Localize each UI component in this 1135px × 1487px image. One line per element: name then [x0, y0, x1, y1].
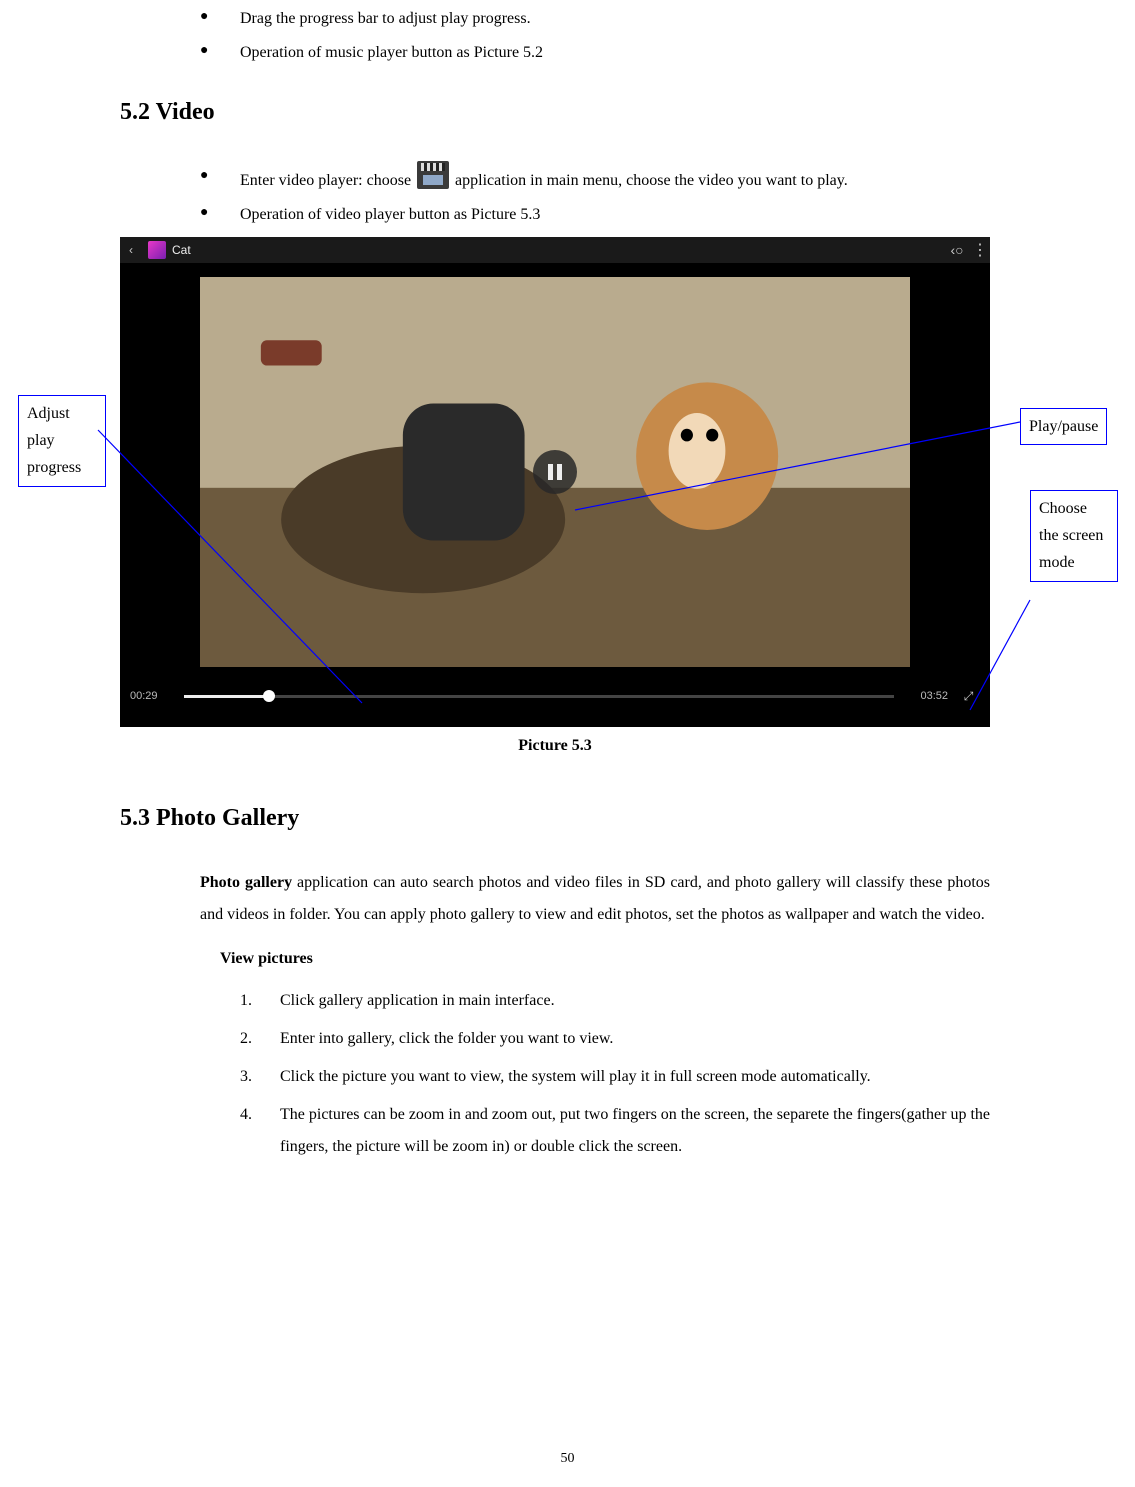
- page: Drag the progress bar to adjust play pro…: [0, 0, 1135, 1487]
- page-number: 50: [0, 1451, 1135, 1467]
- callout-lines: [0, 0, 1135, 1487]
